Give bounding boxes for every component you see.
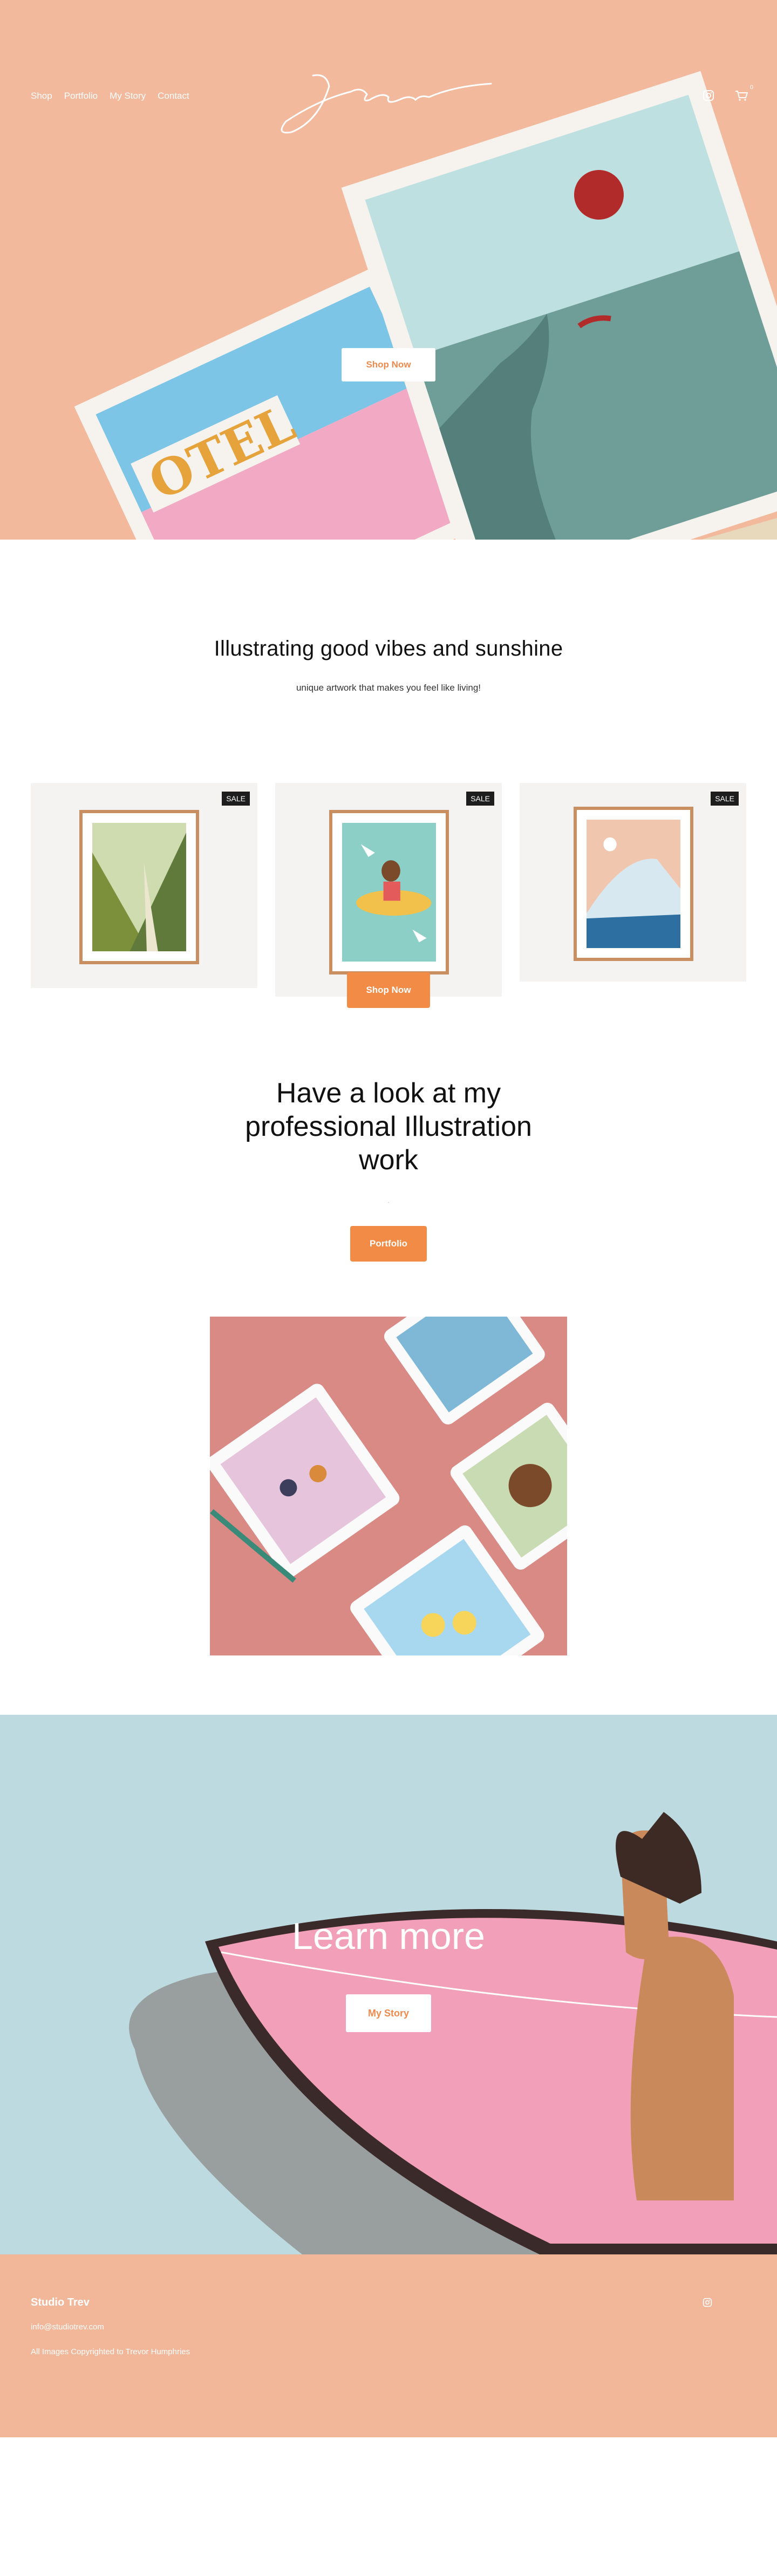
cart-icon bbox=[735, 91, 748, 101]
product-card[interactable]: SALE bbox=[520, 783, 746, 982]
signature-logo[interactable] bbox=[275, 70, 496, 140]
footer-email-link[interactable]: info@studiotrev.com bbox=[31, 2322, 104, 2332]
portfolio-title: Have a look at my professional Illustrat… bbox=[0, 1076, 777, 1177]
portfolio-collage-image bbox=[210, 1317, 567, 1655]
nav-portfolio-link[interactable]: Portfolio bbox=[64, 91, 98, 101]
portfolio-dot: . bbox=[387, 1198, 390, 1204]
product-card[interactable]: SALE bbox=[275, 783, 502, 997]
portfolio-title-line: work bbox=[359, 1144, 418, 1176]
products-shop-now-button[interactable]: Shop Now bbox=[347, 972, 430, 1008]
nav-contact-link[interactable]: Contact bbox=[158, 91, 189, 101]
portfolio-title-line: Have a look at my bbox=[276, 1078, 501, 1109]
instagram-icon[interactable] bbox=[703, 90, 714, 101]
header-icons: 0 bbox=[703, 84, 753, 101]
products-section: SALE SALE SALE Shop Now bbox=[0, 693, 777, 1039]
footer-brand: Studio Trev bbox=[31, 2296, 90, 2308]
product-card[interactable]: SALE bbox=[31, 783, 257, 988]
product-image bbox=[574, 807, 693, 961]
intro-section: Illustrating good vibes and sunshine uni… bbox=[0, 540, 777, 693]
footer-instagram-icon[interactable] bbox=[703, 2298, 712, 2307]
portfolio-section: Have a look at my professional Illustrat… bbox=[0, 1039, 777, 1655]
hero-shop-now-button[interactable]: Shop Now bbox=[342, 348, 435, 381]
my-story-button[interactable]: My Story bbox=[346, 1994, 431, 2032]
portfolio-button[interactable]: Portfolio bbox=[350, 1226, 427, 1262]
product-image bbox=[329, 810, 449, 974]
footer: Studio Trev info@studiotrev.com All Imag… bbox=[0, 2254, 777, 2437]
cart-count-badge: 0 bbox=[749, 84, 753, 91]
footer-copyright: All Images Copyrighted to Trevor Humphri… bbox=[31, 2347, 190, 2356]
intro-subtitle: unique artwork that makes you feel like … bbox=[296, 683, 481, 693]
learn-more-title: Learn more bbox=[292, 1915, 485, 1957]
sale-badge: SALE bbox=[466, 792, 494, 806]
sale-badge: SALE bbox=[711, 792, 739, 806]
portfolio-title-line: professional Illustration bbox=[245, 1111, 532, 1142]
nav-my-story-link[interactable]: My Story bbox=[110, 91, 146, 101]
main-nav: Shop Portfolio My Story Contact bbox=[31, 91, 189, 101]
learn-more-section: Learn more My Story bbox=[0, 1715, 777, 2254]
nav-shop-link[interactable]: Shop bbox=[31, 91, 52, 101]
learn-more-illustration bbox=[0, 1715, 777, 2254]
product-image bbox=[79, 810, 199, 964]
hero-section: OTEL Shop Portfolio My Story Contact 0 S… bbox=[0, 0, 777, 540]
cart-button[interactable]: 0 bbox=[735, 84, 753, 101]
intro-title: Illustrating good vibes and sunshine bbox=[214, 637, 563, 660]
sale-badge: SALE bbox=[222, 792, 250, 806]
